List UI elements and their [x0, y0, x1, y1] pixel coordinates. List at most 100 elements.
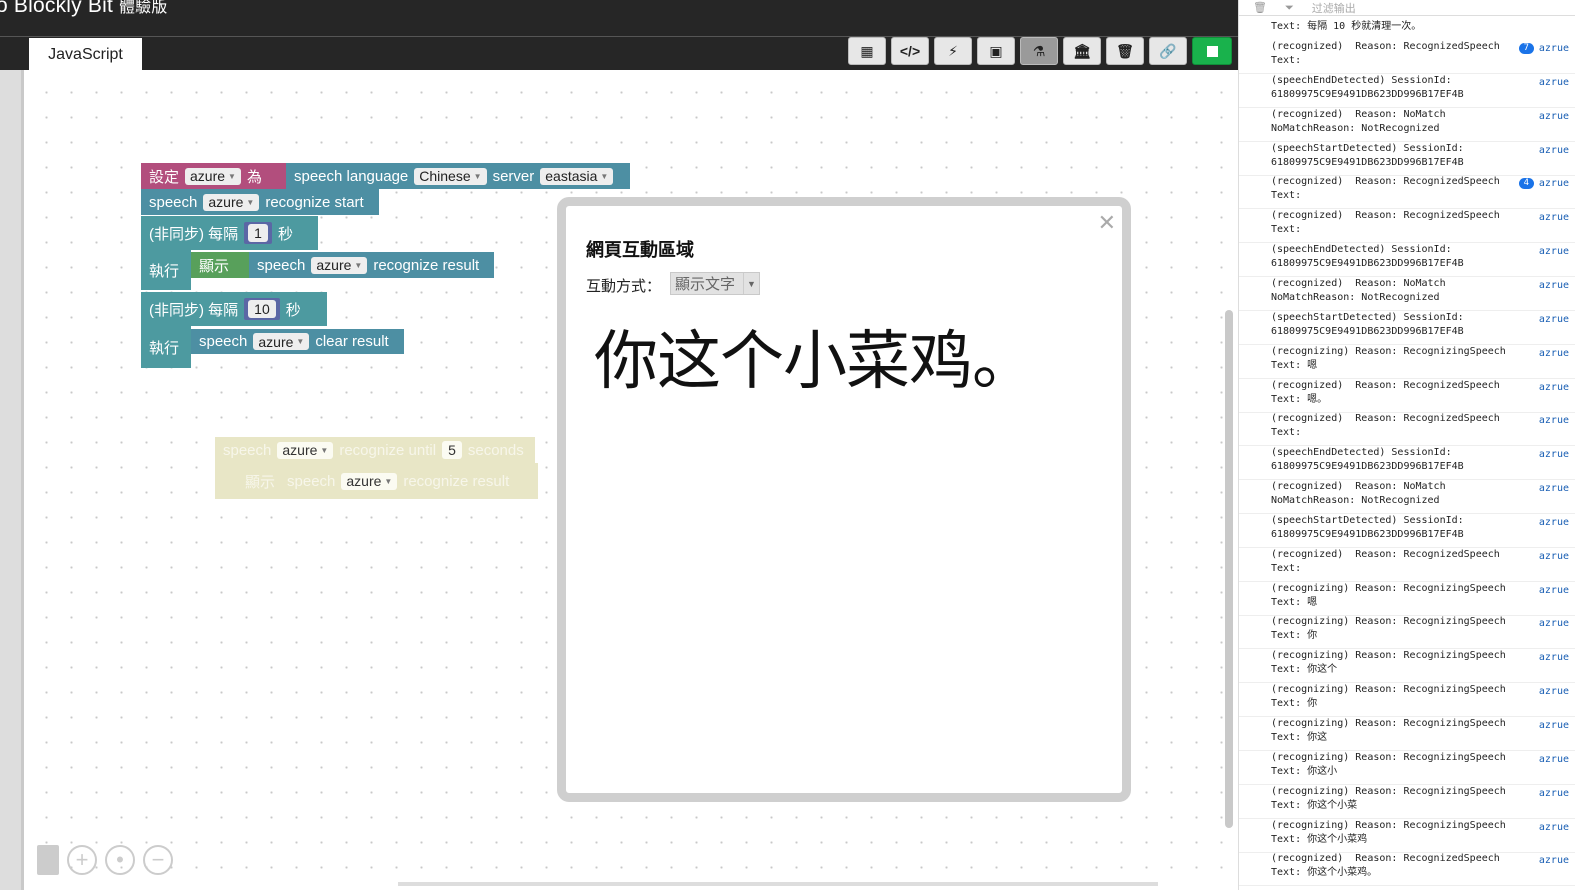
console-source-link[interactable]: azrue [1539, 110, 1569, 124]
console-entry-line1: (recognizing) Reason: RecognizingSpeech [1271, 650, 1506, 662]
console-source-link[interactable]: azrue [1539, 313, 1569, 327]
library-button[interactable]: 🏛 [1063, 37, 1101, 65]
app-subtitle: 體驗版 [118, 0, 168, 16]
code-icon: </> [899, 43, 921, 59]
filter-icon[interactable]: ⏷ [1285, 1, 1294, 15]
variable-dropdown[interactable]: azure ▼ [311, 256, 368, 274]
disabled-show-block[interactable]: 顯示 speech azure ▼ recognize result [215, 463, 538, 499]
interval-input[interactable]: 10 [248, 300, 276, 318]
console-entry-line2: NoMatchReason: NotRecognized [1271, 291, 1440, 303]
recognize-result-label: recognize result [373, 256, 480, 274]
console-source-link[interactable]: azrue [1539, 347, 1569, 361]
qrcode-button[interactable]: ▦ [848, 37, 886, 65]
async-interval-block-2[interactable]: (非同步) 每隔 10 秒 [141, 292, 327, 326]
console-source-link[interactable]: azrue [1539, 245, 1569, 259]
console-entry-line2: NoMatchReason: NotRecognized [1271, 122, 1440, 134]
delete-button[interactable]: 🗑 [1106, 37, 1144, 65]
chevron-down-icon: ▼ [354, 260, 363, 270]
save-archive-button[interactable]: ▣ [977, 37, 1015, 65]
seconds-label: 秒 [277, 225, 293, 243]
workspace-horizontal-scrollbar[interactable] [398, 882, 1158, 886]
console-source-link[interactable]: azrue [1539, 211, 1569, 225]
console-source-link[interactable]: azrue [1539, 617, 1569, 631]
console-entry-line1: (speechStartDetected) SessionId: [1271, 142, 1464, 154]
console-entry: (recognized) Reason: RecognizedSpeech Tex… [1239, 175, 1575, 210]
console-entry-line2: NoMatchReason: NotRecognized [1271, 495, 1440, 507]
console-entry: (recognized) Reason: RecognizedSpeech Tex… [1239, 379, 1575, 413]
console-source-link[interactable]: azrue [1539, 177, 1569, 191]
console-entry: (speechEndDetected) SessionId: 61809975C9… [1239, 446, 1575, 481]
variable-dropdown[interactable]: azure ▼ [203, 193, 260, 211]
console-entry: (recognized) Reason: RecognizedSpeech Tex… [1239, 40, 1575, 74]
zoom-out-icon[interactable]: − [143, 845, 173, 875]
recognize-start-block[interactable]: speech azure ▼ recognize start [141, 189, 379, 215]
code-view-button[interactable]: </> [891, 37, 929, 65]
console-source-link[interactable]: azrue [1539, 279, 1569, 293]
lab-button[interactable]: ⚗ [1020, 37, 1058, 65]
variable-dropdown[interactable]: azure ▼ [341, 472, 398, 490]
set-variable-block[interactable]: 設定 azure ▼ 為 [141, 163, 288, 189]
recognized-text-display: 你这个小菜鸡。 [594, 325, 1036, 397]
variable-dropdown[interactable]: azure ▼ [277, 441, 334, 459]
console-entry-line1: (recognized) Reason: RecognizedSpeech [1271, 413, 1500, 425]
language-dropdown[interactable]: Chinese ▼ [414, 167, 487, 185]
interval-input[interactable]: 1 [248, 224, 268, 242]
interaction-mode-select[interactable]: 顯示文字 ▼ [670, 272, 760, 295]
server-dropdown[interactable]: eastasia ▼ [540, 167, 614, 185]
link-button[interactable]: 🔗 [1149, 37, 1187, 65]
console-source-link[interactable]: azrue [1539, 414, 1569, 428]
console-source-link[interactable]: azrue [1539, 550, 1569, 564]
zoom-in-icon[interactable]: + [67, 845, 97, 875]
console-source-link[interactable]: azrue [1539, 787, 1569, 801]
console-entry-line1: (recognizing) Reason: RecognizingSpeech [1271, 785, 1506, 797]
console-entry-line2: Text: 嗯 [1271, 359, 1318, 371]
web-interaction-dialog: ✕ 網頁互動區域 互動方式： 顯示文字 ▼ 你这个小菜鸡。 [557, 197, 1131, 802]
trash-icon: 🗑 [1116, 42, 1134, 59]
disabled-recognize-until-block[interactable]: speech azure ▼ recognize until 5 seconds [215, 437, 535, 463]
variable-dropdown[interactable]: azure ▼ [185, 167, 241, 185]
tab-javascript[interactable]: JavaScript [29, 38, 142, 71]
seconds-input[interactable]: 5 [442, 441, 462, 459]
zoom-reset-icon[interactable]: • [105, 845, 135, 875]
console-source-link[interactable]: azrue [1539, 719, 1569, 733]
console-filter-input[interactable]: 过滤输出 [1312, 0, 1356, 16]
console-entry-line1: (speechEndDetected) SessionId: [1271, 74, 1452, 86]
console-source-link[interactable]: azrue [1539, 821, 1569, 835]
archive-icon: ▣ [989, 42, 1003, 59]
recognize-result-block[interactable]: speech azure ▼ recognize result [249, 252, 494, 278]
speech-language-block[interactable]: speech language Chinese ▼ server eastasia… [286, 163, 630, 189]
console-source-link[interactable]: azrue [1539, 685, 1569, 699]
show-block[interactable]: 顯示 [191, 252, 249, 278]
clear-result-block[interactable]: speech azure ▼ clear result [191, 329, 404, 354]
console-source-link[interactable]: azrue [1539, 381, 1569, 395]
console-entry: (recognizing) Reason: RecognizingSpeech T… [1239, 582, 1575, 616]
console-entry: (recognized) Reason: RecognizedSpeech Tex… [1239, 209, 1575, 244]
repeat-count-badge: 4 [1518, 178, 1534, 190]
console-source-link[interactable]: azrue [1539, 76, 1569, 90]
console-entry: (recognized) Reason: RecognizedSpeech Tex… [1239, 852, 1575, 887]
stop-button[interactable] [1192, 37, 1232, 65]
console-source-link[interactable]: azrue [1539, 854, 1569, 868]
workspace-vertical-scrollbar[interactable] [1225, 310, 1233, 828]
interval-input-wrap: 1 [244, 222, 272, 244]
console-source-link[interactable]: azrue [1539, 516, 1569, 530]
console-source-link[interactable]: azrue [1539, 482, 1569, 496]
console-source-link[interactable]: azrue [1539, 144, 1569, 158]
variable-dropdown[interactable]: azure ▼ [253, 333, 310, 350]
workspace-trash-icon[interactable] [37, 845, 59, 875]
flash-button[interactable]: ⚡ [934, 37, 972, 65]
clear-console-icon[interactable]: 🗑 [1253, 1, 1267, 14]
variable-name: azure [346, 473, 382, 489]
console-source-link[interactable]: azrue [1539, 651, 1569, 665]
close-icon[interactable]: ✕ [1098, 210, 1116, 236]
console-entry: (recognizing) Reason: RecognizingSpeech T… [1239, 819, 1575, 853]
console-source-link[interactable]: azrue [1539, 42, 1569, 56]
seconds-label: 秒 [285, 301, 301, 319]
chevron-down-icon: ▼ [228, 171, 236, 181]
console-entry-line1: (speechStartDetected) SessionId: [1271, 514, 1464, 526]
console-source-link[interactable]: azrue [1539, 584, 1569, 598]
async-interval-block-1[interactable]: (非同步) 每隔 1 秒 [141, 216, 318, 250]
console-source-link[interactable]: azrue [1539, 753, 1569, 767]
qrcode-icon: ▦ [860, 42, 874, 59]
console-source-link[interactable]: azrue [1539, 448, 1569, 462]
